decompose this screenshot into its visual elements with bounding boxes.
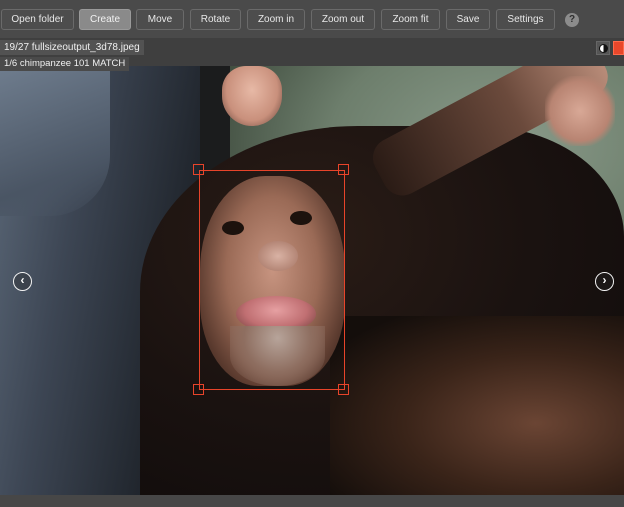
zoom-fit-button[interactable]: Zoom fit (381, 9, 440, 30)
annotation-app: Open folder Create Move Rotate Zoom in Z… (0, 0, 624, 507)
chevron-right-icon: › (602, 273, 607, 287)
save-button[interactable]: Save (446, 9, 490, 30)
toolbar: Open folder Create Move Rotate Zoom in Z… (0, 0, 624, 38)
contrast-toggle-button[interactable] (596, 41, 610, 55)
photo-jeans-highlight (0, 66, 110, 216)
annotation-color-button[interactable] (613, 41, 624, 55)
photo-chimp-fur (330, 316, 624, 495)
move-button[interactable]: Move (136, 9, 184, 30)
zoom-in-button[interactable]: Zoom in (247, 9, 305, 30)
photo-foot (222, 66, 282, 126)
detection-bounding-box[interactable] (199, 170, 345, 390)
photo-chimp-hand (545, 76, 615, 146)
settings-button[interactable]: Settings (496, 9, 555, 30)
create-button[interactable]: Create (79, 9, 131, 30)
image-canvas[interactable]: ‹ › (0, 66, 624, 495)
file-name-label: 19/27 fullsizeoutput_3d78.jpeg (0, 40, 144, 55)
help-icon[interactable]: ? (565, 13, 579, 27)
status-bar (0, 495, 624, 507)
contrast-icon (599, 44, 608, 53)
previous-image-button[interactable]: ‹ (13, 272, 32, 291)
chevron-left-icon: ‹ (20, 273, 25, 287)
bbox-handle-top-left[interactable] (193, 164, 204, 175)
zoom-out-button[interactable]: Zoom out (311, 9, 375, 30)
match-label: 1/6 chimpanzee 101 MATCH (0, 57, 130, 71)
bbox-handle-bottom-left[interactable] (193, 384, 204, 395)
rotate-button[interactable]: Rotate (190, 9, 241, 30)
open-folder-button[interactable]: Open folder (1, 9, 74, 30)
next-image-button[interactable]: › (595, 272, 614, 291)
bbox-handle-top-right[interactable] (338, 164, 349, 175)
bbox-handle-bottom-right[interactable] (338, 384, 349, 395)
